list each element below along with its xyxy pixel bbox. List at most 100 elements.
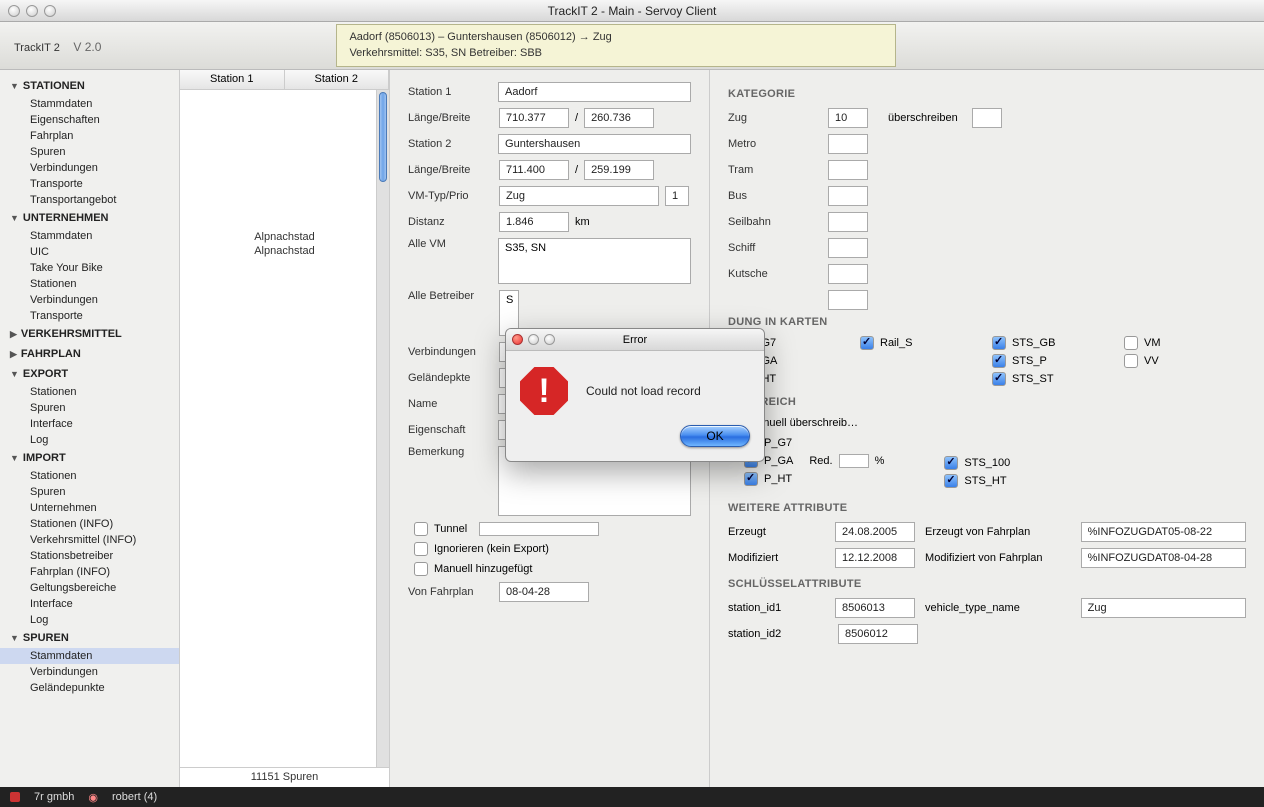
sidebar-item[interactable]: Stationen — [0, 276, 179, 292]
kat-label: Seilbahn — [728, 216, 828, 228]
list-item[interactable]: Alpnachstad — [180, 244, 389, 258]
check-tunnel[interactable] — [414, 522, 428, 536]
kat-input[interactable] — [828, 186, 868, 206]
list-item[interactable]: Alpnachstad — [180, 230, 389, 244]
input-lon1[interactable] — [499, 108, 569, 128]
input-erzeugt[interactable] — [835, 522, 915, 542]
sidebar-item[interactable]: Verbindungen — [0, 292, 179, 308]
sidebar-item[interactable]: Transporte — [0, 176, 179, 192]
sidebar-item[interactable]: Unternehmen — [0, 500, 179, 516]
check-manuell[interactable] — [414, 562, 428, 576]
check-STS_GB[interactable] — [992, 336, 1006, 350]
sidebar-item[interactable]: Fahrplan (INFO) — [0, 564, 179, 580]
input-station2[interactable] — [498, 134, 691, 154]
sidebar-group-unternehmen[interactable]: ▼ UNTERNEHMEN — [0, 208, 179, 228]
sidebar-item[interactable]: Log — [0, 612, 179, 628]
error-icon: ! — [520, 367, 568, 415]
check-STS_HT[interactable] — [944, 474, 958, 488]
sidebar-item[interactable]: Transportangebot — [0, 192, 179, 208]
sidebar-item[interactable]: Stammdaten — [0, 648, 179, 664]
input-prio[interactable] — [665, 186, 689, 206]
sidebar-item[interactable]: Geländepunkte — [0, 680, 179, 696]
dialog-close-icon[interactable] — [512, 334, 523, 345]
sidebar-item[interactable]: Log — [0, 432, 179, 448]
input-ueberschreiben[interactable] — [972, 108, 1002, 128]
check-label: STS_HT — [964, 475, 1006, 487]
input-lon2[interactable] — [499, 160, 569, 180]
kat-input[interactable] — [828, 134, 868, 154]
label-gelaendepkte: Geländepkte — [408, 372, 493, 384]
sidebar-item[interactable]: Stationen — [0, 468, 179, 484]
sidebar-item[interactable]: Spuren — [0, 400, 179, 416]
check-VM[interactable] — [1124, 336, 1138, 350]
zoom-icon[interactable] — [44, 5, 56, 17]
kat-input[interactable] — [828, 160, 868, 180]
dialog-zoom-icon[interactable] — [544, 334, 555, 345]
sidebar-item[interactable]: Fahrplan — [0, 128, 179, 144]
kat-input[interactable] — [828, 264, 868, 284]
label-tunnel: Tunnel — [434, 523, 467, 535]
close-icon[interactable] — [8, 5, 20, 17]
check-STS_P[interactable] — [992, 354, 1006, 368]
sidebar-item[interactable]: Interface — [0, 596, 179, 612]
sidebar-item[interactable]: Transporte — [0, 308, 179, 324]
input-allevm[interactable]: S35, SN — [498, 238, 691, 284]
sidebar-item[interactable]: Spuren — [0, 144, 179, 160]
kat-input[interactable] — [828, 290, 868, 310]
sidebar-group-fahrplan[interactable]: ▶ FAHRPLAN — [0, 344, 179, 364]
input-erzeugt-fp[interactable] — [1081, 522, 1246, 542]
minimize-icon[interactable] — [26, 5, 38, 17]
sidebar-item[interactable]: Stammdaten — [0, 228, 179, 244]
sidebar-item[interactable]: Stationen — [0, 384, 179, 400]
input-lat1[interactable] — [584, 108, 654, 128]
sidebar-item[interactable]: Geltungsbereiche — [0, 580, 179, 596]
check-VV[interactable] — [1124, 354, 1138, 368]
list-header: Station 1 Station 2 — [180, 70, 389, 90]
ok-button[interactable]: OK — [680, 425, 750, 447]
scrollbar-thumb[interactable] — [379, 92, 387, 182]
sidebar-item[interactable]: Stammdaten — [0, 96, 179, 112]
sidebar-group-verkehrsmittel[interactable]: ▶ VERKEHRSMITTEL — [0, 324, 179, 344]
input-sid1[interactable] — [835, 598, 915, 618]
input-vtn[interactable] — [1081, 598, 1246, 618]
input-vonfahrplan[interactable] — [499, 582, 589, 602]
dialog-minimize-icon[interactable] — [528, 334, 539, 345]
sidebar-group-stationen[interactable]: ▼ STATIONEN — [0, 76, 179, 96]
sidebar-item[interactable]: Verbindungen — [0, 664, 179, 680]
sidebar-item[interactable]: Interface — [0, 416, 179, 432]
sidebar-group-export[interactable]: ▼ EXPORT — [0, 364, 179, 384]
dialog-titlebar: Error — [506, 329, 764, 351]
sidebar-item[interactable]: Eigenschaften — [0, 112, 179, 128]
input-station1[interactable] — [498, 82, 691, 102]
sidebar-item[interactable]: Stationsbetreiber — [0, 548, 179, 564]
kat-input[interactable] — [828, 238, 868, 258]
check-P_HT[interactable] — [744, 472, 758, 486]
sidebar-group-spuren[interactable]: ▼ SPUREN — [0, 628, 179, 648]
scrollbar[interactable] — [376, 90, 389, 767]
input-distanz[interactable] — [499, 212, 569, 232]
sidebar-item[interactable]: Spuren — [0, 484, 179, 500]
sidebar-item[interactable]: Take Your Bike — [0, 260, 179, 276]
label-allebetr: Alle Betreiber — [408, 290, 493, 302]
input-tunnel[interactable] — [479, 522, 599, 536]
col-station-2[interactable]: Station 2 — [285, 70, 390, 89]
sidebar-item[interactable]: UIC — [0, 244, 179, 260]
input-sid2[interactable] — [838, 624, 918, 644]
label-modifiziert: Modifiziert — [728, 552, 825, 564]
input-lat2[interactable] — [584, 160, 654, 180]
sidebar-item[interactable]: Verbindungen — [0, 160, 179, 176]
kat-input[interactable] — [828, 212, 868, 232]
check-STS_ST[interactable] — [992, 372, 1006, 386]
check-Rail_S[interactable] — [860, 336, 874, 350]
kat-input[interactable] — [828, 108, 868, 128]
input-vmtyp[interactable] — [499, 186, 659, 206]
sidebar-item[interactable]: Stationen (INFO) — [0, 516, 179, 532]
input-modifiziert[interactable] — [835, 548, 915, 568]
sidebar-item[interactable]: Verkehrsmittel (INFO) — [0, 532, 179, 548]
input-red[interactable] — [839, 454, 869, 468]
check-ignorieren[interactable] — [414, 542, 428, 556]
sidebar-group-import[interactable]: ▼ IMPORT — [0, 448, 179, 468]
input-modifiziert-fp[interactable] — [1081, 548, 1246, 568]
check-STS_100[interactable] — [944, 456, 958, 470]
col-station-1[interactable]: Station 1 — [180, 70, 285, 89]
